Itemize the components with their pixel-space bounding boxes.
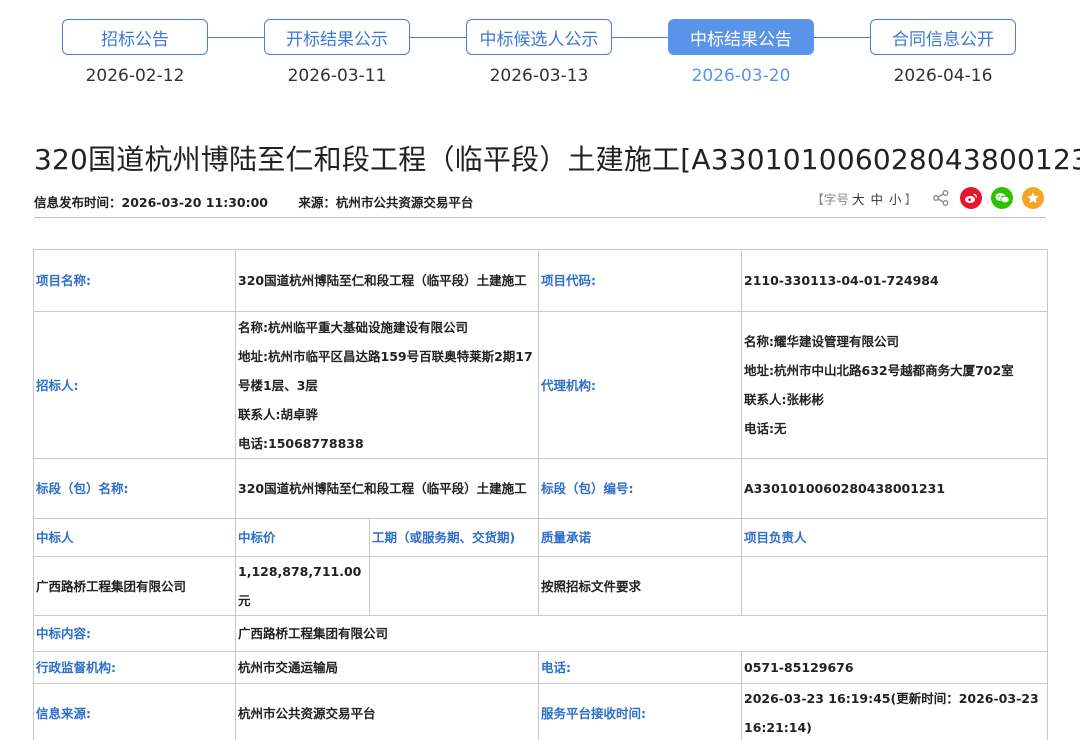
price-value: 1,128,878,711.00元 [235, 556, 370, 616]
table-row: 标段（包）名称: 320国道杭州博陆至仁和段工程（临平段）土建施工 标段（包）编… [33, 458, 1048, 519]
wechat-icon[interactable] [991, 187, 1013, 209]
phone-value: 0571-85129676 [741, 651, 1048, 684]
font-size-close: 】 [904, 191, 917, 207]
phone-label: 电话: [538, 651, 742, 684]
table-row: 中标内容: 广西路桥工程集团有限公司 [33, 615, 1048, 652]
publish-meta: 信息发布时间：2026-03-20 11:30:00 来源：杭州市公共资源交易平… [34, 192, 499, 211]
step-connector [208, 37, 264, 38]
agency-value: 名称:耀华建设管理有限公司 地址:杭州市中山北路632号越都商务大厦702室 联… [741, 311, 1048, 459]
table-row: 行政监督机构: 杭州市交通运输局 电话: 0571-85129676 [33, 651, 1048, 684]
duration-header: 工期（或服务期、交货期) [369, 518, 539, 557]
agency-name: 名称:耀华建设管理有限公司 [744, 334, 899, 349]
step-date-active: 2026-03-20 [691, 66, 791, 86]
section-name-value: 320国道杭州博陆至仁和段工程（临平段）土建施工 [235, 458, 539, 519]
step-date: 2026-04-16 [893, 66, 993, 86]
font-size-large[interactable]: 大 [852, 189, 865, 208]
quality-header: 质量承诺 [538, 518, 742, 557]
publish-source: 来源：杭州市公共资源交易平台 [298, 195, 474, 210]
tenderer-name: 名称:杭州临平重大基础设施建设有限公司 [238, 319, 468, 335]
step-date: 2026-03-13 [489, 66, 589, 86]
project-name-label: 项目名称: [33, 249, 236, 312]
step-tender-notice[interactable]: 招标公告 [62, 19, 208, 55]
table-row: 项目名称: 320国道杭州博陆至仁和段工程（临平段）土建施工 项目代码: 211… [33, 249, 1048, 312]
font-size-label: 【字号 [811, 191, 849, 207]
table-row: 信息来源: 杭州市公共资源交易平台 服务平台接收时间: 2026-03-23 1… [33, 683, 1048, 740]
agency-phone: 电话:无 [744, 421, 787, 436]
info-source-value: 杭州市公共资源交易平台 [235, 683, 539, 740]
tenderer-contact: 联系人:胡卓骅 [238, 406, 318, 422]
weibo-icon[interactable] [960, 187, 982, 209]
step-contract-info[interactable]: 合同信息公开 [870, 19, 1016, 55]
content-label: 中标内容: [33, 615, 236, 652]
agency-address: 地址:杭州市中山北路632号越都商务大厦702室 [744, 363, 1014, 378]
font-size-medium[interactable]: 中 [870, 189, 883, 208]
supervisor-value: 杭州市交通运输局 [235, 651, 539, 684]
step-candidates[interactable]: 中标候选人公示 [466, 19, 612, 55]
section-no-label: 标段（包）编号: [538, 458, 742, 519]
section-no-value: A3301010060280438001231 [741, 458, 1048, 519]
table-row: 广西路桥工程集团有限公司 1,128,878,711.00元 按照招标文件要求 [33, 556, 1048, 616]
manager-header: 项目负责人 [741, 518, 1048, 557]
tenderer-phone: 电话:15068778838 [238, 435, 364, 451]
supervisor-label: 行政监督机构: [33, 651, 236, 684]
content-value: 广西路桥工程集团有限公司 [235, 615, 1048, 652]
step-connector [612, 37, 668, 38]
header-divider [34, 217, 1046, 218]
bid-result-table: 项目名称: 320国道杭州博陆至仁和段工程（临平段）土建施工 项目代码: 211… [33, 249, 1048, 740]
section-name-label: 标段（包）名称: [33, 458, 236, 519]
favorite-icon[interactable] [1022, 187, 1044, 209]
winner-value: 广西路桥工程集团有限公司 [33, 556, 236, 616]
receive-time-value: 2026-03-23 16:19:45(更新时间：2026-03-23 16:2… [741, 683, 1048, 740]
progress-steps: 招标公告 开标结果公示 中标候选人公示 中标结果公告 合同信息公开 2026-0… [0, 0, 1080, 100]
step-date: 2026-02-12 [85, 66, 185, 86]
project-name-value: 320国道杭州博陆至仁和段工程（临平段）土建施工 [235, 249, 539, 312]
winner-header: 中标人 [33, 518, 236, 557]
table-row: 中标人 中标价 工期（或服务期、交货期) 质量承诺 项目负责人 [33, 518, 1048, 557]
receive-time-label: 服务平台接收时间: [538, 683, 742, 740]
tenderer-address: 地址:杭州市临平区昌达路159号百联奥特莱斯2期17号楼1层、3层 [238, 348, 533, 393]
agency-contact: 联系人:张彬彬 [744, 392, 824, 407]
tenderer-label: 招标人: [33, 311, 236, 459]
step-connector [410, 37, 466, 38]
quality-value: 按照招标文件要求 [538, 556, 742, 616]
page-title: 320国道杭州博陆至仁和段工程（临平段）土建施工[A33010100602804… [34, 143, 1080, 176]
project-code-label: 项目代码: [538, 249, 742, 312]
share-icon[interactable] [931, 188, 951, 208]
agency-label: 代理机构: [538, 311, 742, 459]
article-tools: 【字号 大 中 小 】 [811, 187, 1044, 209]
manager-value [741, 556, 1048, 616]
tenderer-value: 名称:杭州临平重大基础设施建设有限公司 地址:杭州市临平区昌达路159号百联奥特… [235, 311, 539, 459]
price-header: 中标价 [235, 518, 370, 557]
table-row: 招标人: 名称:杭州临平重大基础设施建设有限公司 地址:杭州市临平区昌达路159… [33, 311, 1048, 459]
step-connector [814, 37, 870, 38]
duration-value [369, 556, 539, 616]
info-source-label: 信息来源: [33, 683, 236, 740]
step-date: 2026-03-11 [287, 66, 387, 86]
publish-time: 信息发布时间：2026-03-20 11:30:00 [34, 195, 268, 210]
project-code-value: 2110-330113-04-01-724984 [741, 249, 1048, 312]
step-bid-opening[interactable]: 开标结果公示 [264, 19, 410, 55]
step-award-result[interactable]: 中标结果公告 [668, 19, 814, 55]
font-size-small[interactable]: 小 [889, 189, 902, 208]
